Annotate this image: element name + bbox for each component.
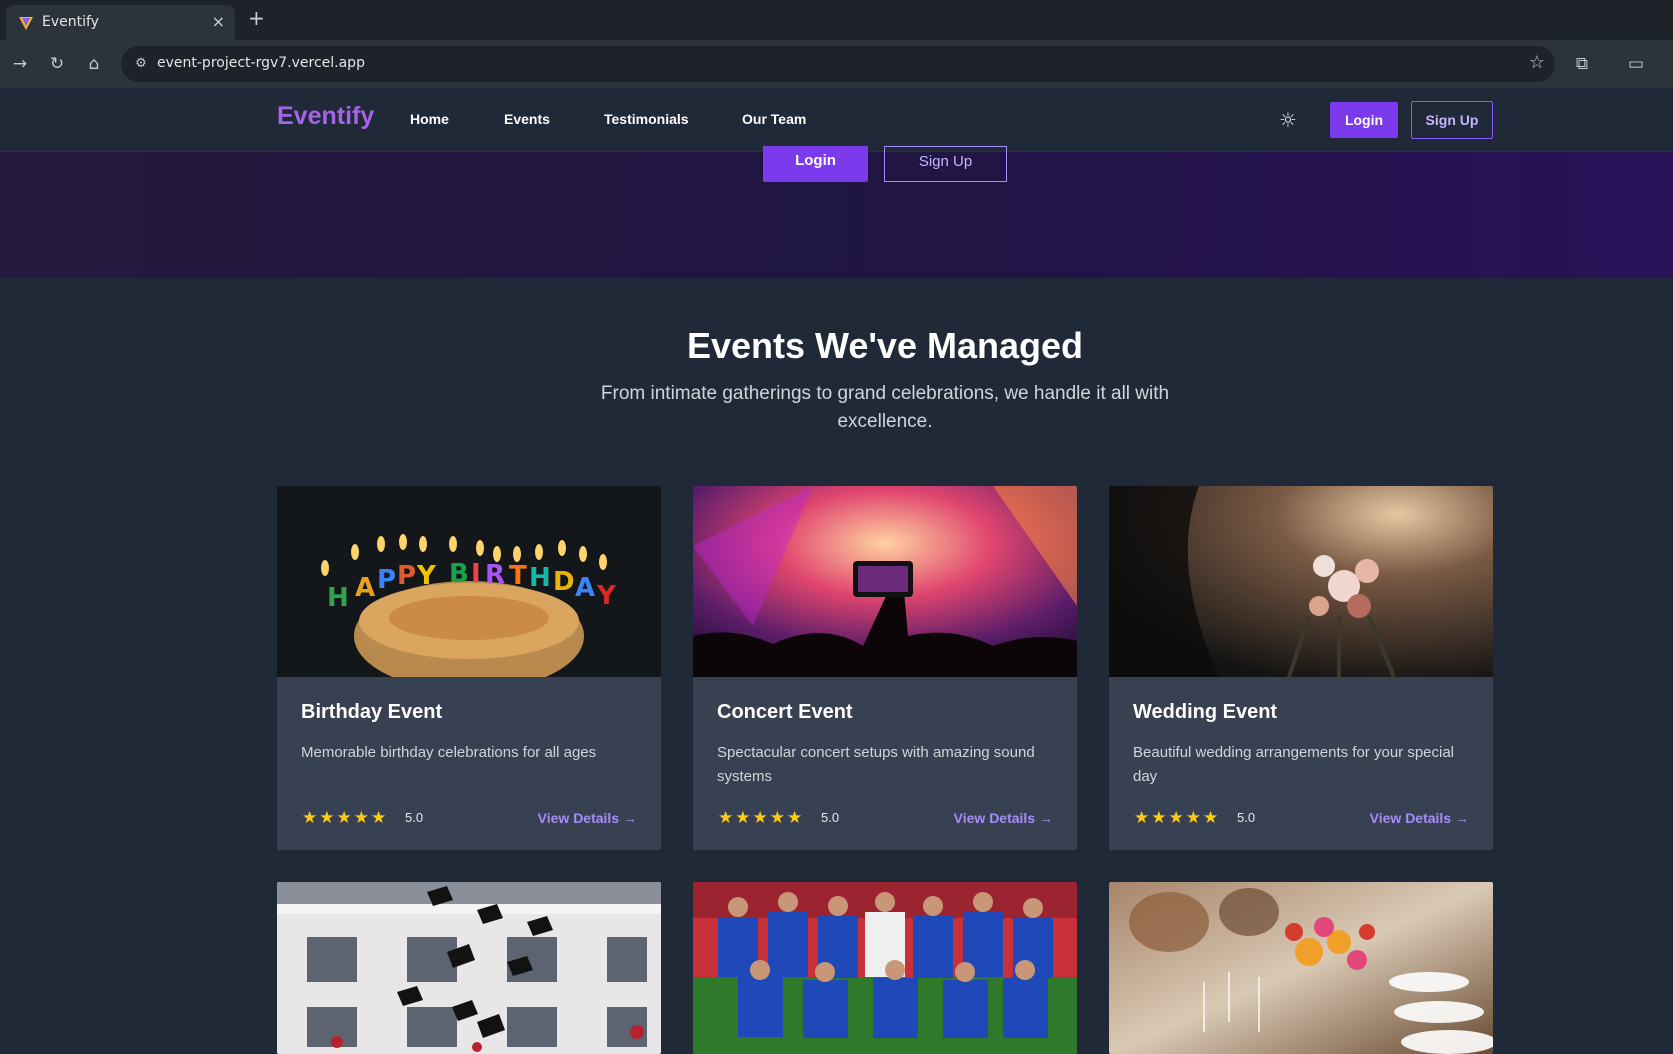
- event-card-dinner[interactable]: [1109, 882, 1493, 1054]
- card-body: Birthday Event Memorable birthday celebr…: [277, 677, 661, 850]
- star-rating-icon: ★★★★★: [718, 808, 805, 828]
- view-details-link[interactable]: View Details →: [954, 810, 1053, 826]
- event-card-concert[interactable]: Concert Event Spectacular concert setups…: [693, 486, 1077, 850]
- rating-value: 5.0: [821, 810, 840, 825]
- events-section-title: Events We've Managed: [686, 325, 1084, 366]
- svg-text:A: A: [355, 573, 375, 603]
- svg-text:H: H: [529, 563, 551, 593]
- star-rating-icon: ★★★★★: [302, 808, 389, 828]
- brand-logo[interactable]: Eventify: [277, 102, 374, 131]
- football-team-image: [693, 882, 1077, 1054]
- view-details-link[interactable]: View Details →: [1370, 810, 1469, 826]
- svg-text:D: D: [553, 567, 575, 597]
- close-tab-icon[interactable]: ×: [212, 12, 225, 31]
- card-body: Wedding Event Beautiful wedding arrangem…: [1109, 677, 1493, 850]
- nav-signup-button[interactable]: Sign Up: [1411, 101, 1493, 139]
- svg-text:P: P: [377, 565, 396, 595]
- svg-text:H: H: [327, 583, 349, 613]
- extensions-icon[interactable]: ⧉: [1570, 52, 1594, 76]
- svg-text:P: P: [397, 561, 416, 591]
- svg-text:T: T: [509, 561, 527, 591]
- svg-text:Y: Y: [596, 581, 617, 611]
- cast-icon[interactable]: ▭: [1624, 52, 1648, 76]
- svg-text:B: B: [449, 559, 469, 589]
- svg-text:R: R: [485, 560, 505, 590]
- nav-link-events[interactable]: Events: [504, 111, 550, 127]
- forward-icon[interactable]: →: [8, 52, 32, 76]
- hero-login-button[interactable]: Login: [763, 146, 868, 182]
- browser-tab-strip: Eventify × +: [0, 0, 1673, 40]
- site-settings-icon[interactable]: ⚙: [131, 54, 151, 74]
- hero-signup-button[interactable]: Sign Up: [884, 146, 1007, 182]
- event-card-wedding[interactable]: Wedding Event Beautiful wedding arrangem…: [1109, 486, 1493, 850]
- reload-icon[interactable]: ↻: [45, 52, 69, 76]
- card-title: Birthday Event: [301, 701, 443, 723]
- bookmark-star-icon[interactable]: ☆: [1529, 52, 1545, 73]
- card-body: Concert Event Spectacular concert setups…: [693, 677, 1077, 850]
- nav-login-button[interactable]: Login: [1330, 102, 1398, 138]
- nav-link-our-team[interactable]: Our Team: [742, 111, 806, 127]
- browser-tab[interactable]: Eventify ×: [6, 5, 235, 40]
- nav-link-testimonials[interactable]: Testimonials: [604, 111, 689, 127]
- event-card-sports[interactable]: [693, 882, 1077, 1054]
- wedding-bouquet-image: [1109, 486, 1493, 677]
- hero-section: Login Sign Up: [0, 146, 1673, 278]
- svg-text:I: I: [471, 559, 481, 589]
- event-card-birthday[interactable]: H A P P Y B I R T H D A Y Birthday Event…: [277, 486, 661, 850]
- address-bar[interactable]: ⚙ event-project-rgv7.vercel.app ☆: [121, 46, 1555, 82]
- rating-value: 5.0: [405, 810, 424, 825]
- birthday-cake-image: H A P P Y B I R T H D A Y: [277, 486, 661, 677]
- rating-value: 5.0: [1237, 810, 1256, 825]
- svg-text:A: A: [575, 573, 595, 603]
- tab-title: Eventify: [42, 14, 99, 30]
- theme-toggle-sun-icon[interactable]: ☼: [1276, 108, 1300, 132]
- new-tab-icon[interactable]: +: [248, 6, 265, 30]
- event-card-graduation[interactable]: [277, 882, 661, 1054]
- browser-toolbar: → ↻ ⌂ ⚙ event-project-rgv7.vercel.app ☆ …: [0, 40, 1673, 88]
- card-description: Spectacular concert setups with amazing …: [717, 744, 1035, 785]
- card-title: Concert Event: [717, 701, 853, 723]
- dinner-table-image: [1109, 882, 1493, 1054]
- star-rating-icon: ★★★★★: [1134, 808, 1221, 828]
- events-section-subtitle: From intimate gatherings to grand celebr…: [600, 383, 1170, 432]
- card-description: Memorable birthday celebrations for all …: [301, 744, 597, 761]
- site-navbar: Eventify Home Events Testimonials Our Te…: [0, 88, 1673, 152]
- nav-link-home[interactable]: Home: [410, 111, 449, 127]
- card-title: Wedding Event: [1133, 701, 1278, 723]
- svg-text:Y: Y: [416, 561, 437, 591]
- concert-image: [693, 486, 1077, 677]
- graduation-image: [277, 882, 661, 1054]
- eventify-favicon-icon: [19, 17, 33, 30]
- url-text[interactable]: event-project-rgv7.vercel.app: [157, 55, 365, 71]
- card-description: Beautiful wedding arrangements for your …: [1133, 744, 1455, 785]
- view-details-link[interactable]: View Details →: [538, 810, 637, 826]
- home-icon[interactable]: ⌂: [82, 52, 106, 76]
